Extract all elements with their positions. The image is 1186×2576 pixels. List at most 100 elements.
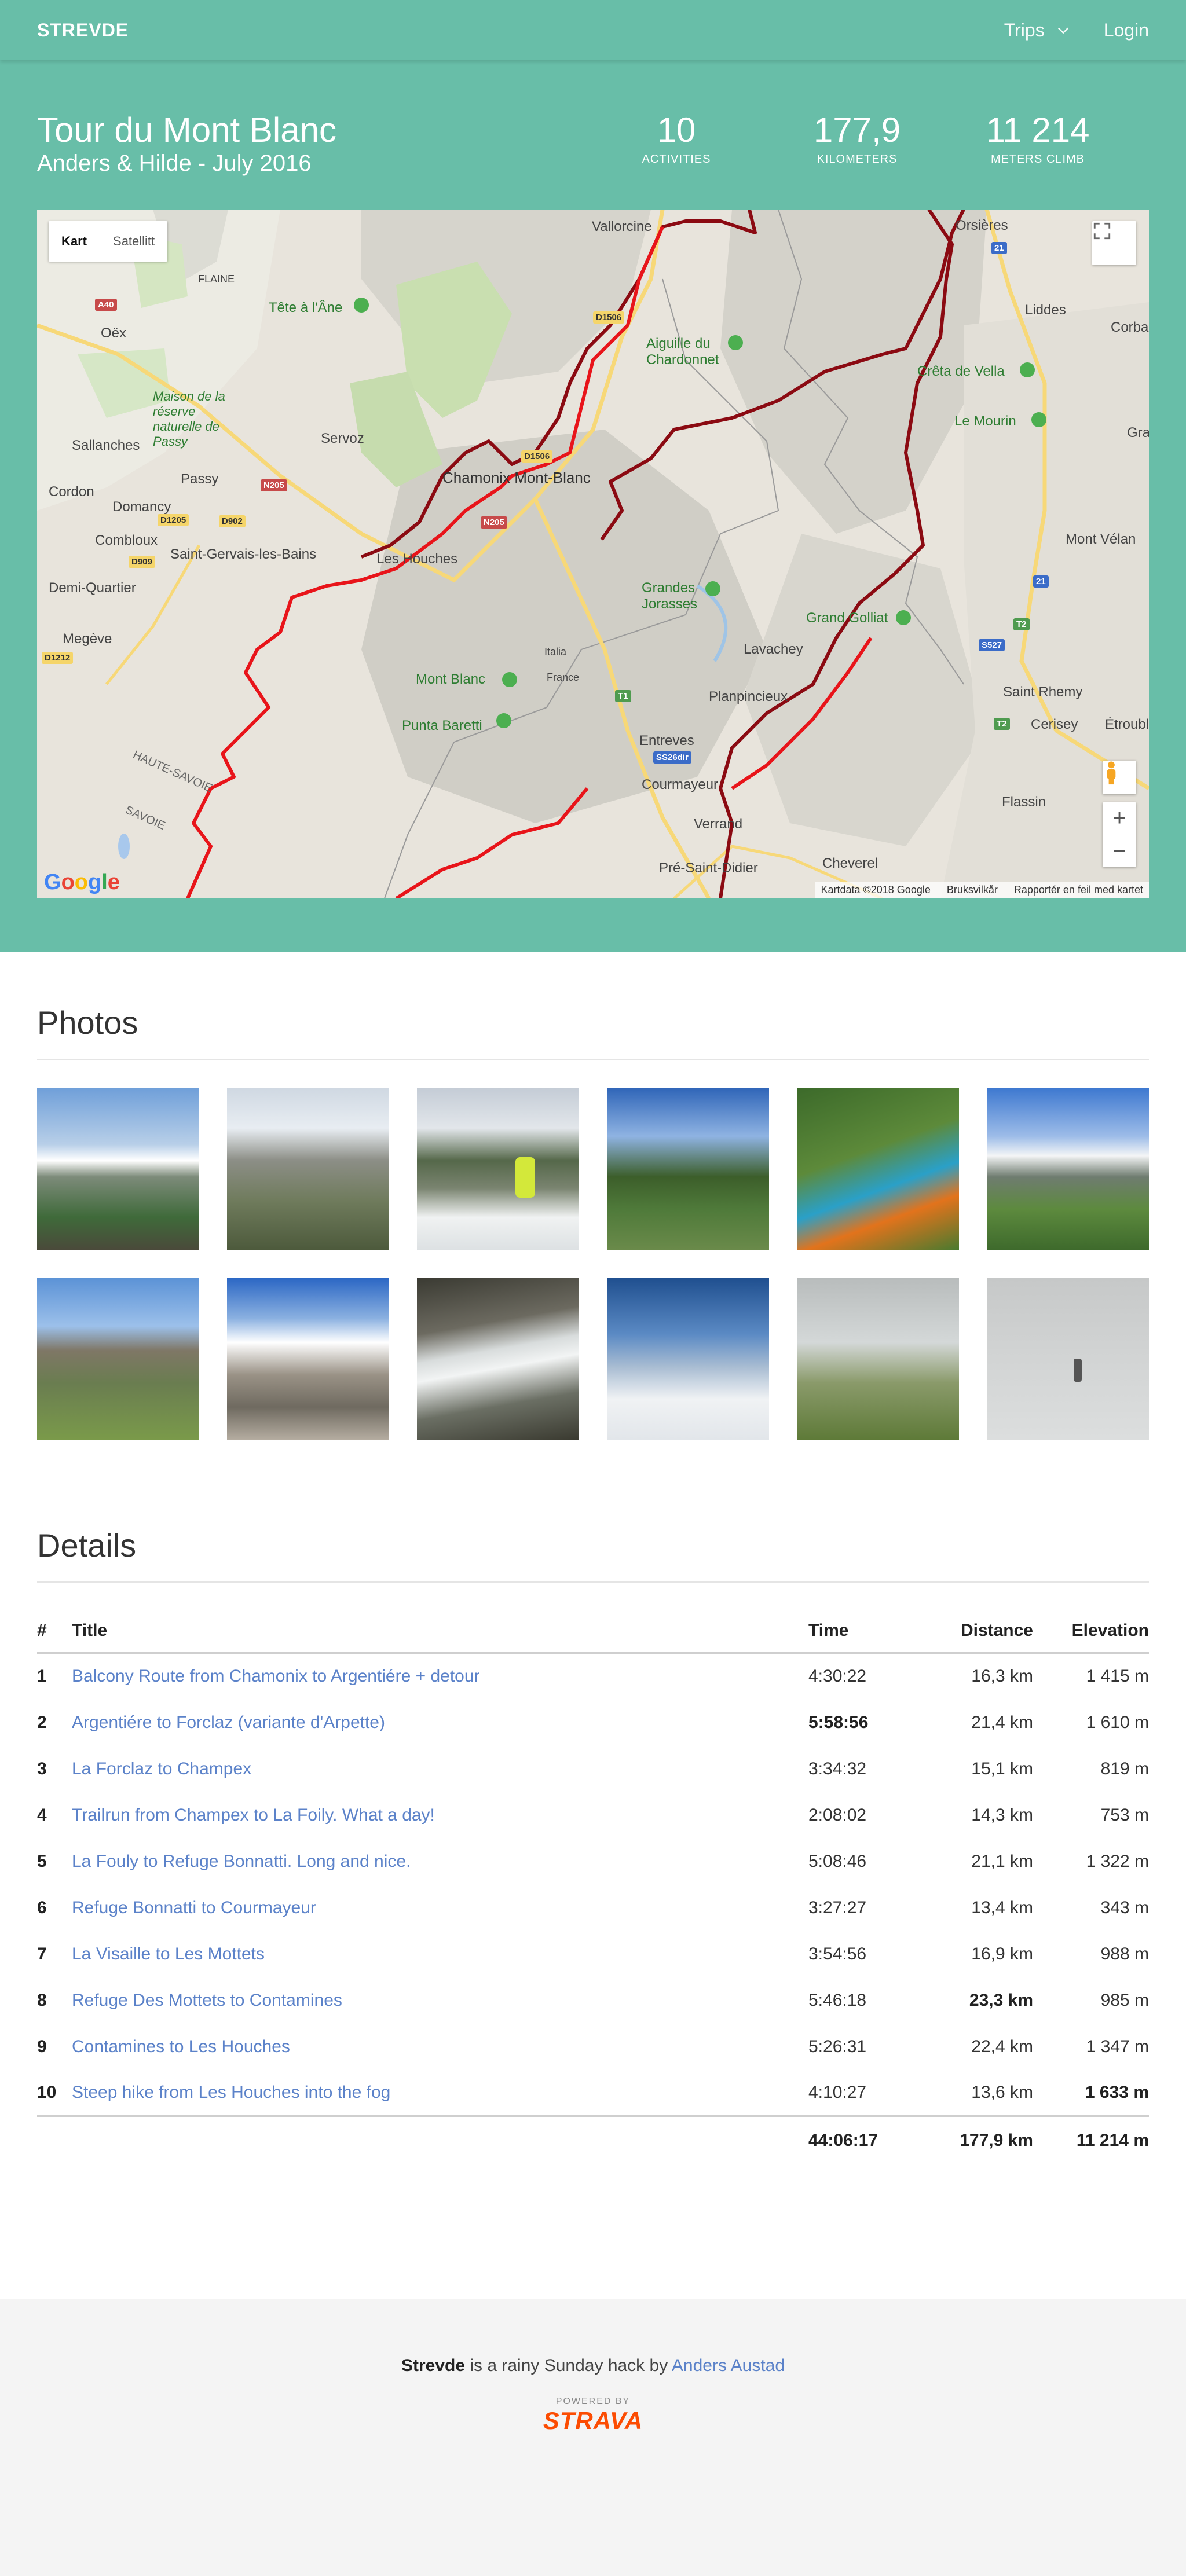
table-row: 4 Trailrun from Champex to La Foily. What…: [37, 1792, 1149, 1839]
strava-logo[interactable]: STRAVA: [0, 2407, 1186, 2435]
photo-thumbnail[interactable]: [797, 1088, 959, 1250]
row-time: 3:27:27: [808, 1898, 867, 1917]
map-label: Planpincieux: [709, 689, 788, 704]
total-time: 44:06:17: [808, 2115, 924, 2165]
row-number: 4: [37, 1805, 47, 1825]
row-elevation: 1 415 m: [1086, 1667, 1149, 1686]
map-label: Grandes Jorasses: [642, 580, 698, 612]
map-label: Vallorcine: [592, 219, 652, 234]
map-label: Passy: [181, 471, 219, 487]
photo-thumbnail[interactable]: [37, 1278, 199, 1440]
map-label: Cerisey: [1031, 717, 1078, 732]
photo-thumbnail[interactable]: [797, 1278, 959, 1440]
row-time: 3:54:56: [808, 1944, 867, 1964]
photo-thumbnail[interactable]: [417, 1278, 579, 1440]
table-header-row: # Title Time Distance Elevation: [37, 1621, 1149, 1654]
road-shield: D1212: [42, 652, 74, 664]
fullscreen-icon: [1093, 222, 1111, 240]
author-link[interactable]: Anders Austad: [672, 2356, 785, 2375]
map-label: Gra: [1127, 425, 1149, 441]
activity-link[interactable]: Refuge Des Mottets to Contamines: [72, 1991, 342, 2010]
row-distance: 21,1 km: [971, 1851, 1033, 1871]
map-label: Cordon: [49, 484, 94, 500]
map-type-kart[interactable]: Kart: [49, 221, 100, 262]
row-time: 4:30:22: [808, 1667, 867, 1686]
details-section: Details # Title Time Distance Elevation …: [0, 1440, 1186, 2165]
map-label: Courmayeur: [642, 777, 719, 792]
map-label: Demi-Quartier: [49, 580, 136, 596]
footer-text: Strevde is a rainy Sunday hack by Anders…: [0, 2356, 1186, 2376]
photo-thumbnail[interactable]: [987, 1088, 1149, 1250]
trips-dropdown[interactable]: Trips: [1004, 20, 1071, 41]
activity-link[interactable]: Balcony Route from Chamonix to Argentiér…: [72, 1667, 480, 1686]
zoom-in-button[interactable]: +: [1103, 802, 1136, 835]
row-distance: 23,3 km: [969, 1990, 1033, 2010]
photo-thumbnail[interactable]: [37, 1088, 199, 1250]
photo-thumbnail[interactable]: [607, 1278, 769, 1440]
row-distance: 15,1 km: [971, 1759, 1033, 1778]
activity-link[interactable]: La Forclaz to Champex: [72, 1759, 251, 1778]
activity-link[interactable]: Contamines to Les Houches: [72, 2037, 290, 2056]
stat-meters-climb: 11 214 METERS CLIMB: [947, 111, 1128, 166]
road-shield: 21: [1033, 575, 1049, 588]
map-label: Maison de la réserve naturelle de Passy: [153, 389, 225, 449]
row-number: 6: [37, 1898, 47, 1917]
brand-logo[interactable]: STREVDE: [37, 20, 129, 41]
google-logo: Google: [44, 870, 120, 894]
map-label: Domancy: [112, 499, 171, 515]
photo-thumbnail[interactable]: [227, 1278, 389, 1440]
activity-link[interactable]: Refuge Bonnatti to Courmayeur: [72, 1898, 316, 1917]
total-distance: 177,9 km: [924, 2115, 1033, 2165]
map-label: Les Houches: [376, 551, 458, 567]
login-link[interactable]: Login: [1104, 20, 1149, 41]
road-shield: T1: [615, 690, 631, 702]
table-row: 5 La Fouly to Refuge Bonnatti. Long and n…: [37, 1839, 1149, 1885]
activity-link[interactable]: Argentiére to Forclaz (variante d'Arpett…: [72, 1713, 385, 1732]
photos-title: Photos: [37, 1004, 1149, 1060]
row-elevation: 819 m: [1100, 1759, 1149, 1778]
activity-link[interactable]: Steep hike from Les Houches into the fog: [72, 2083, 390, 2102]
row-distance: 13,4 km: [971, 1898, 1033, 1917]
photo-thumbnail[interactable]: [987, 1278, 1149, 1440]
map-label: Le Mourin: [954, 413, 1016, 429]
row-number: 1: [37, 1667, 47, 1686]
row-number: 5: [37, 1851, 47, 1871]
map-label: Punta Baretti: [402, 718, 482, 733]
report-error-link[interactable]: Rapportér en feil med kartet: [1014, 884, 1143, 896]
row-time: 2:08:02: [808, 1805, 867, 1825]
map-label: Aiguille du Chardonnet: [646, 336, 719, 368]
pegman-icon: [1107, 761, 1116, 785]
photo-thumbnail[interactable]: [417, 1088, 579, 1250]
table-row: 7 La Visaille to Les Mottets 3:54:56 16,9 k…: [37, 1931, 1149, 1977]
table-row: 2 Argentiére to Forclaz (variante d'Arpet…: [37, 1700, 1149, 1746]
row-time: 5:58:56: [808, 1712, 869, 1732]
map-type-control: Kart Satellitt: [49, 221, 168, 262]
map-label: Italia: [544, 646, 567, 658]
map-label: Saint-Gervais-les-Bains: [170, 546, 317, 562]
zoom-out-button[interactable]: −: [1103, 835, 1136, 867]
trip-stats: 10 ACTIVITIES 177,9 KILOMETERS 11 214 ME…: [586, 111, 1128, 166]
photo-thumbnail[interactable]: [227, 1088, 389, 1250]
stat-value: 11 214: [986, 111, 1090, 149]
row-distance: 21,4 km: [971, 1712, 1033, 1732]
terms-link[interactable]: Bruksvilkår: [947, 884, 998, 896]
row-elevation: 1 633 m: [1085, 2082, 1149, 2102]
map-label: Orsières: [956, 218, 1008, 233]
photo-thumbnail[interactable]: [607, 1088, 769, 1250]
row-elevation: 1 347 m: [1086, 2036, 1149, 2056]
map-label: Grand Golliat: [806, 610, 888, 626]
activity-link[interactable]: Trailrun from Champex to La Foily. What …: [72, 1806, 435, 1825]
table-row: 6 Refuge Bonnatti to Courmayeur 3:27:27 13,…: [37, 1885, 1149, 1931]
map-label: Servoz: [321, 431, 364, 446]
street-view-button[interactable]: [1103, 761, 1136, 794]
road-shield: D1506: [593, 311, 625, 324]
map-type-satellite[interactable]: Satellitt: [100, 221, 167, 262]
activity-link[interactable]: La Fouly to Refuge Bonnatti. Long and ni…: [72, 1852, 411, 1871]
totals-row: 44:06:17 177,9 km 11 214 m: [37, 2115, 1149, 2165]
route-map[interactable]: Vallorcine Orsières FLAINE Tête à l'Âne …: [37, 210, 1149, 898]
details-title: Details: [37, 1526, 1149, 1583]
fullscreen-button[interactable]: [1092, 221, 1136, 265]
map-label: Mont Vélan: [1066, 531, 1136, 547]
photos-section: Photos: [0, 952, 1186, 1440]
activity-link[interactable]: La Visaille to Les Mottets: [72, 1944, 265, 1964]
